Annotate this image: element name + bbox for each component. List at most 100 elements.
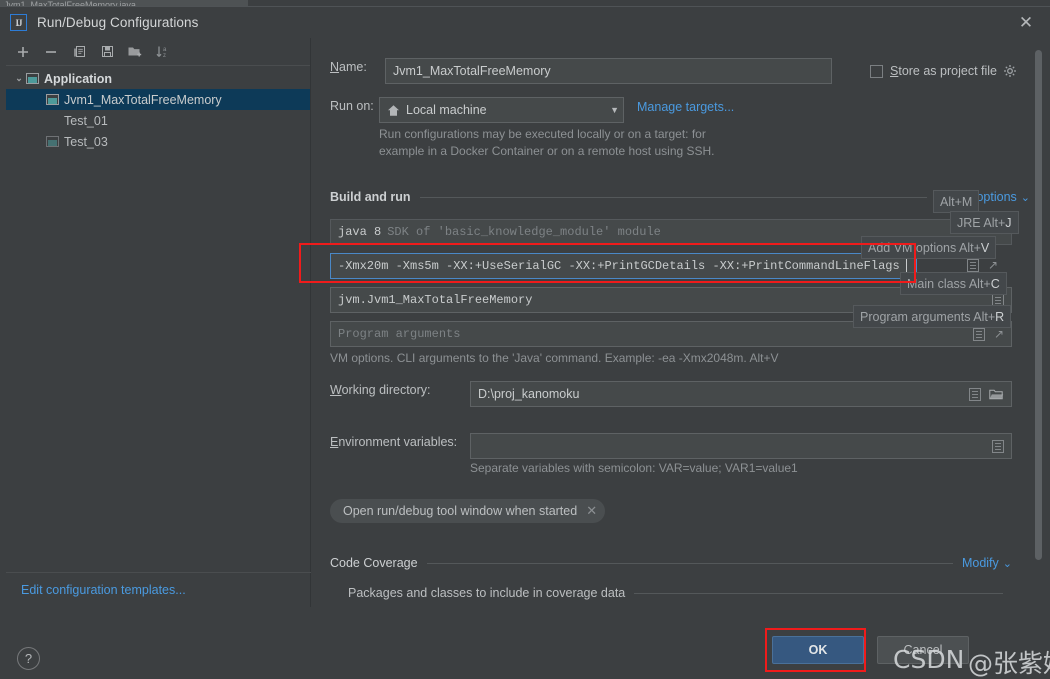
sidebar-footer: Edit configuration templates... [6, 572, 311, 607]
expand-arrow-icon[interactable]: ↗ [988, 258, 998, 272]
run-on-row: Run on: [330, 99, 374, 113]
dialog-titlebar: IJ Run/Debug Configurations ✕ [0, 7, 1050, 38]
tree-item-label: Jvm1_MaxTotalFreeMemory [64, 92, 222, 107]
expand-editor-icon[interactable] [967, 258, 979, 272]
code-coverage-modify-link[interactable]: Modify [962, 556, 999, 570]
section-divider [634, 592, 1003, 594]
home-icon [388, 104, 399, 116]
hint-modify-options: Alt+M [933, 190, 980, 213]
edit-variables-icon[interactable] [992, 439, 1004, 453]
tree-item-jvm1-maxtotalfreememory[interactable]: Jvm1_MaxTotalFreeMemory [6, 89, 310, 110]
build-and-run-title: Build and run [330, 190, 411, 204]
text-caret [905, 259, 907, 273]
hint-main-class: Main class Alt+ C [900, 272, 1007, 295]
expand-editor-icon[interactable] [972, 327, 985, 341]
vm-options-hint: VM options. CLI arguments to the 'Java' … [330, 351, 779, 365]
open-tool-window-chip[interactable]: Open run/debug tool window when started … [330, 499, 606, 523]
code-coverage-title: Code Coverage [330, 556, 418, 570]
run-on-hint-line-1: Run configurations may be executed local… [379, 127, 706, 141]
manage-targets-link[interactable]: Manage targets... [637, 100, 734, 114]
jre-value: java 8 [338, 225, 382, 239]
store-as-project-file-row[interactable]: Store as project file [870, 64, 1017, 78]
hint-add-vm-options: Add VM options Alt+ V [861, 236, 997, 259]
hint-program-arguments: Program arguments Alt+ R [853, 305, 1012, 328]
tree-group-label: Application [44, 71, 113, 86]
code-coverage-header: Code Coverage Modify ⌄ [330, 556, 1012, 570]
chevron-down-icon[interactable]: ▼ [610, 105, 619, 115]
configuration-icon [46, 136, 59, 147]
section-divider [419, 196, 928, 198]
edit-configuration-templates-link[interactable]: Edit configuration templates... [21, 583, 186, 597]
configuration-form-scroll: Name: Jvm1_MaxTotalFreeMemory Store as p… [312, 38, 1050, 607]
main-class-value: jvm.Jvm1_MaxTotalFreeMemory [338, 293, 533, 307]
run-on-hint: Run configurations may be executed local… [379, 126, 879, 160]
name-row: Name: [330, 60, 367, 74]
hint-main-class-prefix: Main class Alt+ [907, 276, 991, 291]
vm-options-input[interactable]: -Xmx20m -Xms5m -XX:+UseSerialGC -XX:+Pri… [330, 253, 917, 279]
sort-alphabetically-icon: a z [156, 46, 167, 59]
dialog-title: Run/Debug Configurations [37, 15, 199, 30]
dialog-body: a z ⌄ Application Jvm1_MaxTotalFreeMemor… [0, 38, 1050, 607]
copy-configuration-button[interactable] [66, 40, 92, 64]
section-divider [426, 562, 953, 564]
environment-variables-input[interactable] [470, 433, 1012, 459]
configurations-toolbar: a z [6, 38, 310, 66]
working-directory-label: Working directory: [330, 383, 431, 397]
sort-configurations-button[interactable]: a z [150, 40, 176, 64]
cancel-button[interactable]: Cancel [877, 636, 969, 664]
hint-program-arguments-prefix: Program arguments Alt+ [860, 309, 996, 324]
environment-variables-row: Environment variables: [330, 435, 457, 449]
gear-icon[interactable] [1003, 64, 1017, 78]
vm-options-field-icons: ↗ [967, 258, 998, 272]
build-and-run-header: Build and run Modify options ⌄ [330, 190, 1030, 204]
hint-main-class-key: C [990, 276, 1000, 291]
tree-item-test-03[interactable]: Test_03 [6, 131, 310, 152]
plus-icon [18, 46, 28, 57]
expand-arrow-icon[interactable]: ↗ [994, 327, 1004, 342]
folder-add-icon [128, 47, 142, 57]
tree-group-application[interactable]: ⌄ Application [6, 68, 310, 89]
name-input[interactable]: Jvm1_MaxTotalFreeMemory [385, 58, 832, 84]
hint-add-vm-options-prefix: Add VM options Alt+ [868, 240, 981, 255]
jre-description: SDK of 'basic_knowledge_module' module [387, 225, 661, 239]
hint-jre-key: J [1005, 215, 1012, 230]
minus-icon [46, 50, 56, 53]
run-on-dropdown[interactable]: Local machine ▼ [379, 97, 624, 123]
run-on-label: Run on: [330, 99, 374, 113]
environment-variables-hint: Separate variables with semicolon: VAR=v… [470, 461, 798, 475]
vm-options-value: -Xmx20m -Xms5m -XX:+UseSerialGC -XX:+Pri… [338, 259, 900, 273]
macro-icon[interactable] [969, 387, 981, 401]
store-as-project-file-checkbox[interactable] [870, 64, 883, 78]
environment-variables-label: Environment variables: [330, 435, 458, 449]
intellij-idea-logo-icon: IJ [10, 14, 27, 31]
close-icon[interactable]: ✕ [586, 503, 597, 519]
open-tool-window-chip-label: Open run/debug tool window when started [343, 504, 578, 518]
working-directory-input[interactable]: D:\proj_kanomoku [470, 381, 1012, 407]
svg-text:z: z [163, 53, 166, 59]
add-configuration-button[interactable] [10, 40, 36, 64]
chevron-down-icon[interactable]: ⌄ [1003, 557, 1012, 570]
remove-configuration-button[interactable] [38, 40, 64, 64]
coverage-packages-title: Packages and classes to include in cover… [348, 586, 626, 600]
tree-item-test-01[interactable]: Test_01 [6, 110, 310, 131]
close-icon[interactable]: ✕ [1018, 14, 1034, 31]
chevron-down-icon[interactable]: ⌄ [12, 73, 26, 84]
configurations-sidebar: a z ⌄ Application Jvm1_MaxTotalFreeMemor… [6, 38, 311, 607]
save-configuration-button[interactable] [94, 40, 120, 64]
coverage-packages-header: Packages and classes to include in cover… [348, 586, 1012, 600]
store-as-project-file-label: Store as project file [890, 64, 998, 78]
working-directory-row: Working directory: [330, 383, 431, 397]
hint-jre-prefix: JRE Alt+ [957, 215, 1006, 230]
working-directory-value: D:\proj_kanomoku [478, 387, 580, 401]
form-scrollbar-thumb[interactable] [1035, 50, 1042, 560]
chevron-down-icon[interactable]: ⌄ [1021, 191, 1030, 204]
help-button[interactable]: ? [17, 647, 40, 670]
hint-program-arguments-key: R [995, 309, 1005, 324]
form-scrollbar-track[interactable] [1033, 46, 1042, 601]
configuration-form-panel: Name: Jvm1_MaxTotalFreeMemory Store as p… [312, 38, 1050, 607]
ok-button[interactable]: OK [772, 636, 864, 664]
screen-root: Jvm1_MaxTotalFreeMemory.java IJ Run/Debu… [0, 0, 1050, 679]
move-to-folder-button[interactable] [122, 40, 148, 64]
configurations-tree: ⌄ Application Jvm1_MaxTotalFreeMemory Te… [6, 66, 310, 152]
folder-open-icon[interactable] [989, 388, 1004, 401]
